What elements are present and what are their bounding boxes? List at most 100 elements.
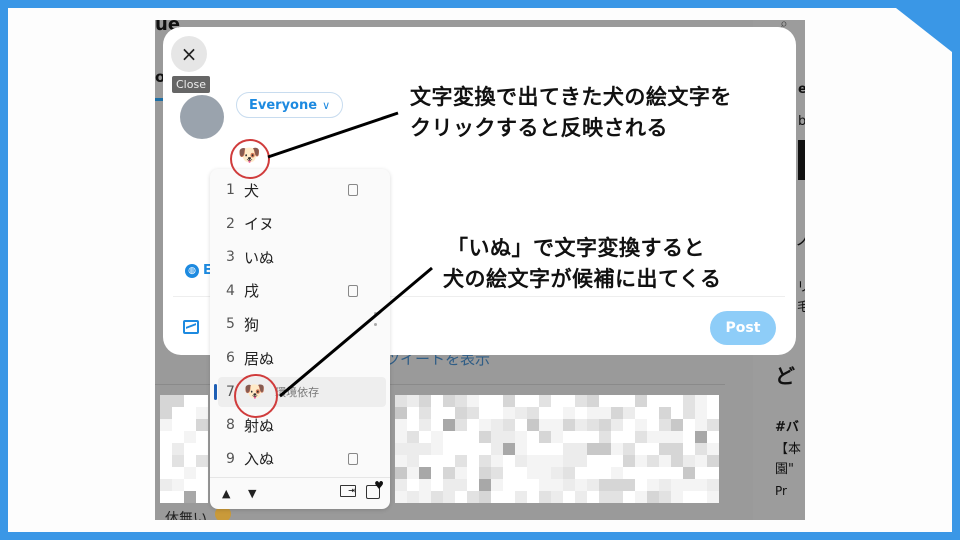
- mosaic-cell: [599, 467, 611, 479]
- mosaic-cell: [419, 431, 431, 443]
- mosaic-cell: [623, 491, 635, 503]
- next-page-icon[interactable]: ▼: [248, 487, 256, 500]
- mosaic-cell: [419, 467, 431, 479]
- mosaic-cell: [635, 419, 647, 431]
- sidebar-text-fragment: 毛: [797, 300, 805, 315]
- mosaic-cell: [575, 479, 587, 491]
- mosaic-cell: [515, 467, 527, 479]
- mosaic-cell: [160, 491, 172, 503]
- mosaic-cell: [443, 407, 455, 419]
- mosaic-cell: [443, 419, 455, 431]
- candidate-item[interactable]: 8 射ぬ: [218, 410, 386, 440]
- mosaic-cell: [635, 491, 647, 503]
- audience-selector[interactable]: Everyone ∨: [236, 92, 344, 118]
- mosaic-cell: [539, 491, 551, 503]
- mosaic-cell: [503, 443, 515, 455]
- mosaic-cell: [611, 407, 623, 419]
- candidate-item[interactable]: 4戌: [218, 276, 386, 306]
- mosaic-cell: [659, 491, 671, 503]
- selection-indicator: [214, 383, 217, 400]
- mosaic-cell: [479, 443, 491, 455]
- mosaic-cell: [527, 491, 539, 503]
- mosaic-cell: [503, 395, 515, 407]
- mosaic-cell: [671, 467, 683, 479]
- candidate-item[interactable]: 9 入ぬ: [218, 444, 386, 474]
- mosaic-cell: [527, 419, 539, 431]
- mosaic-cell: [659, 407, 671, 419]
- post-button[interactable]: Post: [710, 311, 776, 345]
- mosaic-cell: [184, 455, 196, 467]
- mosaic-cell: [707, 407, 719, 419]
- mosaic-cell: [647, 491, 659, 503]
- mosaic-cell: [695, 407, 707, 419]
- dictionary-icon[interactable]: [348, 452, 358, 465]
- trend-hashtag[interactable]: #バ: [775, 416, 799, 435]
- mosaic-cell: [160, 431, 172, 443]
- candidate-item[interactable]: 2 イヌ: [218, 209, 386, 239]
- mosaic-cell: [659, 395, 671, 407]
- mosaic-cell: [659, 479, 671, 491]
- candidate-text: 戌: [244, 282, 260, 301]
- mosaic-cell: [659, 431, 671, 443]
- candidate-item[interactable]: 5狗: [218, 309, 386, 339]
- mosaic-cell: [455, 479, 467, 491]
- mosaic-cell: [587, 407, 599, 419]
- mosaic-cell: [172, 419, 184, 431]
- mosaic-cell: [683, 443, 695, 455]
- callout-line: 犬の絵文字が候補に出てくる: [443, 267, 722, 291]
- mosaic-cell: [683, 419, 695, 431]
- mosaic-cell: [407, 431, 419, 443]
- expand-icon[interactable]: ⇥: [340, 485, 356, 497]
- mosaic-cell: [539, 419, 551, 431]
- mosaic-cell: [395, 419, 407, 431]
- mosaic-cell: [479, 455, 491, 467]
- mosaic-cell: [515, 431, 527, 443]
- dictionary-icon[interactable]: [348, 284, 358, 297]
- mosaic-cell: [515, 443, 527, 455]
- mosaic-cell: [455, 395, 467, 407]
- close-icon: ×: [180, 42, 198, 66]
- mosaic-cell: [419, 443, 431, 455]
- candidate-item[interactable]: 3 いぬ: [218, 242, 386, 272]
- mosaic-cell: [431, 395, 443, 407]
- dictionary-icon[interactable]: [348, 184, 358, 196]
- mosaic-cell: [539, 467, 551, 479]
- mosaic-cell: [395, 491, 407, 503]
- mosaic-cell: [407, 467, 419, 479]
- mosaic-cell: [479, 419, 491, 431]
- mosaic-cell: [515, 455, 527, 467]
- candidate-item[interactable]: 6 居ぬ: [218, 343, 386, 373]
- mosaic-cell: [611, 479, 623, 491]
- mosaic-cell: [659, 467, 671, 479]
- mosaic-cell: [635, 455, 647, 467]
- highlight-ring: [234, 374, 278, 418]
- mosaic-cell: [599, 407, 611, 419]
- globe-icon: ◍: [185, 263, 199, 278]
- mosaic-cell: [707, 467, 719, 479]
- mosaic-cell: [407, 479, 419, 491]
- image-icon[interactable]: [183, 320, 199, 334]
- scroll-indicator: [374, 312, 378, 332]
- candidate-text: 入ぬ: [244, 450, 275, 469]
- mosaic-cell: [395, 455, 407, 467]
- mosaic-cell: [671, 479, 683, 491]
- mosaic-cell: [683, 431, 695, 443]
- close-button[interactable]: ×: [171, 36, 207, 72]
- emoji-palette-icon[interactable]: [366, 479, 384, 499]
- mosaic-cell: [419, 395, 431, 407]
- mosaic-cell: [407, 419, 419, 431]
- mosaic-cell: [563, 479, 575, 491]
- mosaic-cell: [184, 419, 196, 431]
- mosaic-cell: [527, 455, 539, 467]
- mosaic-cell: [611, 491, 623, 503]
- mosaic-cell: [539, 395, 551, 407]
- mosaic-cell: [503, 419, 515, 431]
- callout-bottom: 「いぬ」で文字変換すると 犬の絵文字が候補に出てくる: [443, 233, 721, 295]
- candidate-item[interactable]: 1犬: [218, 175, 386, 205]
- mosaic-cell: [196, 419, 208, 431]
- promoted-label: Pr: [775, 484, 787, 498]
- prev-page-icon[interactable]: ▲: [222, 487, 230, 500]
- mosaic-cell: [647, 443, 659, 455]
- mosaic-cell: [172, 443, 184, 455]
- reply-setting[interactable]: ◍ E: [185, 263, 212, 278]
